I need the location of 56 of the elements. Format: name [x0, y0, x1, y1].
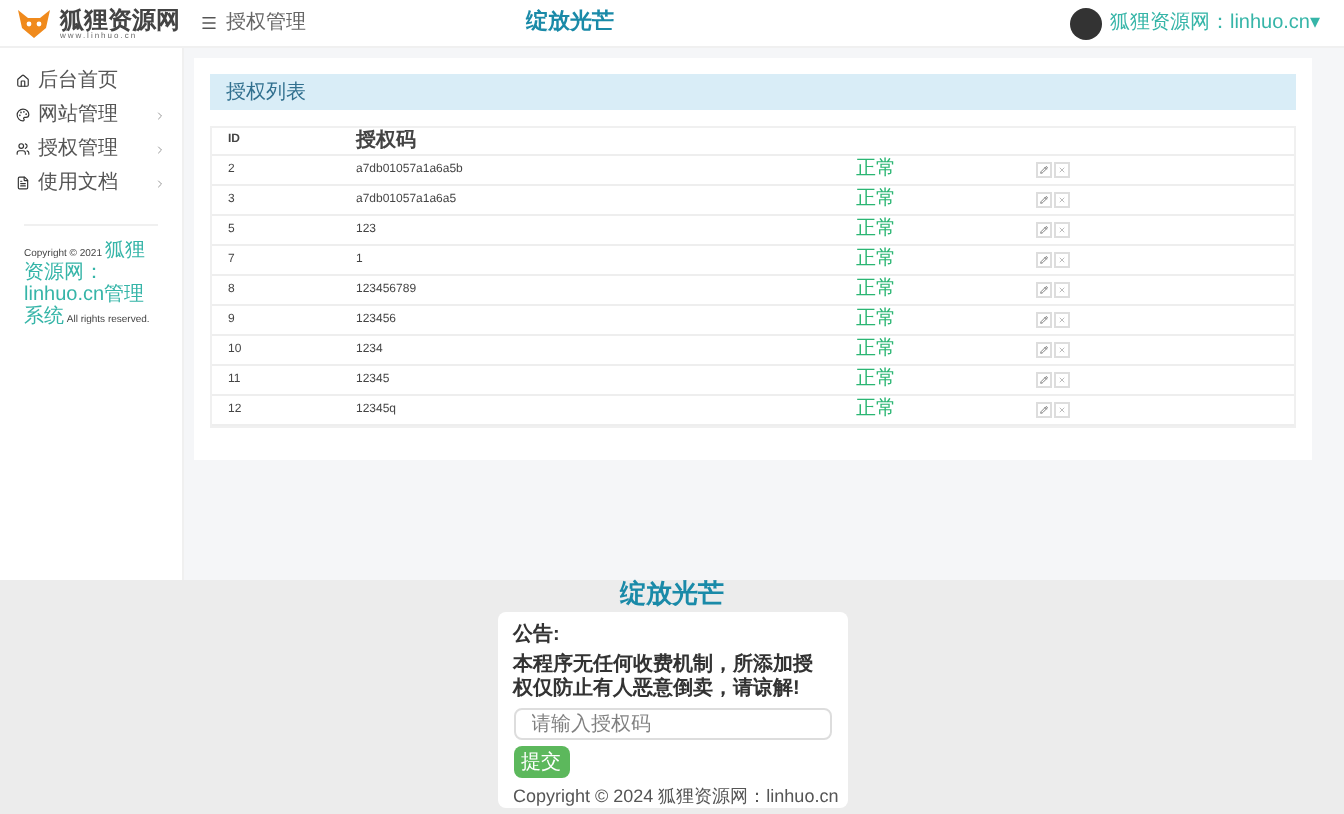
pencil-icon	[1040, 226, 1048, 234]
status-text: 正常	[854, 190, 898, 210]
edit-button[interactable]	[1036, 162, 1052, 178]
home-icon	[16, 74, 30, 88]
edit-button[interactable]	[1036, 252, 1052, 268]
delete-button[interactable]	[1054, 282, 1070, 298]
banner-title: 绽放光芒	[526, 7, 614, 39]
status-text: 正常	[854, 340, 898, 360]
delete-button[interactable]	[1054, 402, 1070, 418]
edit-button[interactable]	[1036, 372, 1052, 388]
page-title: 授权管理	[226, 9, 306, 38]
sidebar-item[interactable]: 使用文档	[0, 166, 182, 200]
column-header: 授权码	[353, 127, 418, 156]
delete-button[interactable]	[1054, 162, 1070, 178]
sidebar-item[interactable]: 授权管理	[0, 132, 182, 166]
notice-text: 本程序无任何收费机制，所添加授权仅防止有人恶意倒卖，请谅解!	[513, 654, 815, 702]
banner-title: 绽放光芒	[620, 580, 724, 608]
card-title-bar: 授权列表	[210, 74, 1296, 110]
pencil-icon	[1040, 196, 1048, 204]
delete-button[interactable]	[1054, 222, 1070, 238]
menu-icon[interactable]	[200, 14, 218, 32]
status-text: 正常	[854, 220, 898, 240]
delete-button[interactable]	[1054, 192, 1070, 208]
edit-button[interactable]	[1036, 342, 1052, 358]
status-text: 正常	[854, 400, 898, 420]
notice-title: 公告:	[513, 624, 562, 648]
pencil-icon	[1040, 286, 1048, 294]
fox-logo-icon	[16, 7, 52, 39]
delete-button[interactable]	[1054, 312, 1070, 328]
pencil-icon	[1040, 376, 1048, 384]
delete-button[interactable]	[1054, 252, 1070, 268]
input-field[interactable]: 请输入授权码	[513, 708, 831, 740]
palette-icon	[16, 108, 30, 122]
pencil-icon	[1040, 316, 1048, 324]
avatar[interactable]	[1069, 7, 1102, 39]
status-text: 正常	[854, 160, 898, 180]
status-text: 正常	[854, 250, 898, 270]
edit-button[interactable]	[1036, 222, 1052, 238]
logo-text: 狐狸资源网	[60, 7, 180, 31]
edit-button[interactable]	[1036, 312, 1052, 328]
sidebar-item[interactable]: 后台首页	[0, 64, 182, 98]
sidebar-item[interactable]: 网站管理	[0, 98, 182, 132]
pencil-icon	[1040, 256, 1048, 264]
edit-button[interactable]	[1036, 282, 1052, 298]
pencil-icon	[1040, 166, 1048, 174]
edit-button[interactable]	[1036, 192, 1052, 208]
pencil-icon	[1040, 406, 1048, 414]
status-text: 正常	[854, 370, 898, 390]
document-icon	[16, 176, 30, 190]
delete-button[interactable]	[1054, 372, 1070, 388]
pencil-icon	[1040, 346, 1048, 354]
delete-button[interactable]	[1054, 342, 1070, 358]
status-text: 正常	[854, 310, 898, 330]
status-text: 正常	[854, 280, 898, 300]
edit-button[interactable]	[1036, 402, 1052, 418]
users-icon	[16, 142, 30, 156]
